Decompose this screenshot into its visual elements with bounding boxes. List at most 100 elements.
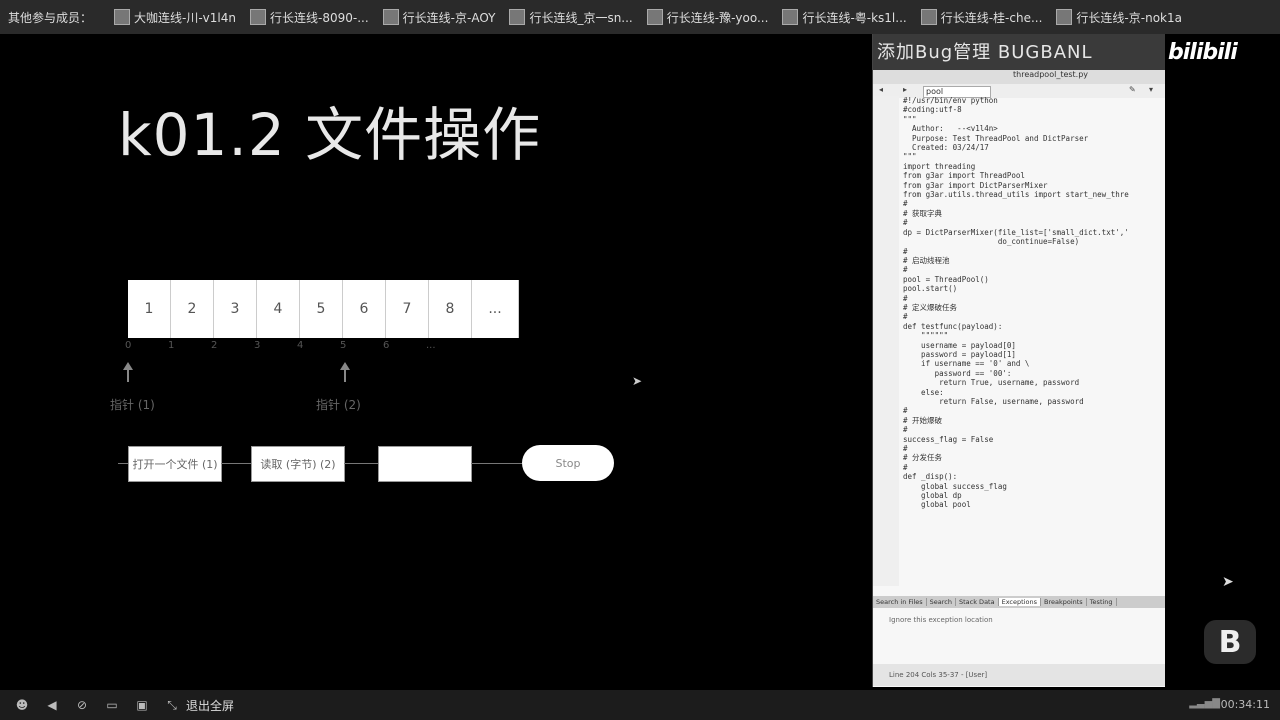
status-bar: Line 204 Cols 35-37 - [User] [873, 664, 1165, 686]
flow-stop: Stop [522, 445, 614, 481]
tool-tab[interactable]: Search in Files [873, 598, 927, 606]
code-line: # [903, 425, 908, 435]
avatar [382, 9, 399, 25]
avatar [920, 9, 937, 25]
back-icon[interactable]: ◂ [879, 85, 883, 94]
code-line: # 开始爆破 [903, 415, 943, 425]
code-line: global success_flag [903, 481, 1007, 491]
code-line: password == '00': [903, 368, 1012, 378]
code-line: # 启动线程池 [903, 255, 950, 265]
array-cell: 4 [257, 280, 300, 338]
array-index: ... [426, 340, 436, 351]
code-line: # [903, 293, 908, 303]
array-cell: 7 [386, 280, 429, 338]
participant-item[interactable]: 行长连线-8090-... [250, 9, 369, 26]
ide-window: 添加Bug管理 BUGBANL threadpool_test.py ◂ ▸ ✎… [872, 34, 1165, 687]
exit-fullscreen-icon[interactable]: ⤡ [164, 697, 180, 713]
avatar [250, 9, 266, 25]
mouse-cursor-icon: ➤ [1222, 574, 1234, 590]
array-cell: 3 [214, 280, 257, 338]
participant-item[interactable]: 行长连线-桂-che... [920, 9, 1042, 26]
array-cell: 1 [128, 280, 171, 338]
user-icon[interactable]: ☻ [14, 697, 30, 713]
chevron-down-icon[interactable]: ▾ [1149, 85, 1153, 94]
code-line: # 定义爆破任务 [903, 302, 958, 312]
tool-panel-tabs: Search in Files Search Stack Data Exception… [873, 596, 1165, 608]
player-control-bar: ☻ ◀ ⊘ ▭ ▣ ⤡ 退出全屏 [0, 690, 1280, 720]
avatar [782, 9, 799, 25]
participant-item[interactable]: 大咖连线-川-v1l4n [114, 9, 236, 26]
array-cell: 2 [171, 280, 214, 338]
pointer-label: 指针 (1) [110, 398, 155, 412]
tool-tab[interactable]: Search [927, 598, 956, 606]
code-line: pool.start() [903, 284, 958, 294]
flow-step-open: 打开一个文件 (1) [128, 446, 222, 482]
code-line: return True, username, password [903, 378, 1080, 388]
ide-title: 添加Bug管理 BUGBANL [877, 42, 1093, 63]
flow-connector [221, 463, 251, 464]
code-line: # 获取字典 [903, 208, 943, 218]
mouse-cursor-icon: ➤ [632, 374, 643, 388]
code-line: dp = DictParserMixer(file_list=['small_d… [903, 227, 1129, 237]
pointer-arrow-line [344, 370, 346, 382]
avatar [646, 9, 663, 25]
code-line: # [903, 462, 908, 472]
participant-item[interactable]: 行长连线-粤-ks1l... [782, 9, 907, 26]
slide-title: k01.2 文件操作 [118, 101, 542, 169]
array-cell: ... [472, 280, 519, 338]
code-editor[interactable]: #!/usr/bin/env python #coding:utf-8 """ Au… [873, 96, 1165, 586]
forward-icon[interactable]: ▸ [903, 85, 907, 94]
code-line: global pool [903, 500, 971, 510]
array-cell: 6 [343, 280, 386, 338]
code-line: else: [903, 387, 944, 397]
editor-tab[interactable]: threadpool_test.py [873, 70, 1165, 84]
clock: 00:34:11 [1220, 698, 1270, 711]
participant-item[interactable]: 行长连线-京-nok1a [1056, 9, 1182, 26]
code-line: def testfunc(payload): [903, 321, 1003, 331]
code-line: """ [903, 114, 917, 124]
pointer-label: 指针 (2) [316, 398, 361, 412]
bilibili-watermark: bilibili [1168, 40, 1238, 65]
speaker-icon[interactable]: ◀ [44, 697, 60, 713]
avatar [1056, 9, 1073, 25]
array-index: 6 [383, 340, 390, 351]
tool-tab[interactable]: Testing [1087, 598, 1117, 606]
screen-share-icon[interactable]: ▭ [104, 697, 120, 713]
code-line: global dp [903, 491, 962, 501]
tool-tab[interactable]: Breakpoints [1041, 598, 1087, 606]
exceptions-option[interactable]: Ignore this exception location [889, 616, 993, 624]
array-cell: 5 [300, 280, 343, 338]
participant-item[interactable]: 行长连线-京-AOY [382, 9, 495, 26]
tool-tab[interactable]: Stack Data [956, 598, 999, 606]
code-line: # [903, 218, 908, 228]
ide-header: 添加Bug管理 BUGBANL [873, 34, 1165, 70]
mute-video-icon[interactable]: ⊘ [74, 697, 90, 713]
code-line: Purpose: Test ThreadPool and DictParser [903, 133, 1089, 143]
array-index: 2 [211, 340, 218, 351]
record-icon[interactable]: ▣ [134, 697, 150, 713]
code-line: from g3ar import ThreadPool [903, 171, 1025, 181]
avatar [114, 9, 131, 25]
exit-fullscreen-button[interactable]: 退出全屏 [186, 697, 234, 714]
code-line: from g3ar import DictParserMixer [903, 180, 1048, 190]
signal-icon: ▂▃▅▇ [1189, 698, 1220, 709]
code-line: # [903, 406, 908, 416]
flow-connector [471, 463, 522, 464]
flow-step-read: 读取 (字节) (2) [251, 446, 345, 482]
code-line: # [903, 265, 908, 275]
flow-connector [118, 463, 128, 464]
pin-icon[interactable]: ✎ [1129, 85, 1136, 94]
array-index: 0 [125, 340, 132, 351]
code-line: # [903, 199, 908, 209]
code-line: from g3ar.utils.thread_utils import star… [903, 190, 1129, 200]
code-line: """""" [903, 331, 949, 341]
code-line: """ [903, 152, 917, 162]
array-cell: 8 [429, 280, 472, 338]
participant-item[interactable]: 行长连线-豫-yoo... [646, 9, 768, 26]
code-line: # [903, 312, 908, 322]
code-line: def _disp(): [903, 472, 958, 482]
avatar [509, 9, 526, 25]
participant-item[interactable]: 行长连线_京一sn... [509, 9, 633, 26]
participants-bar: 其他参与成员： 大咖连线-川-v1l4n 行长连线-8090-... 行长连线-… [0, 0, 1280, 34]
tool-tab[interactable]: Exceptions [998, 598, 1041, 606]
